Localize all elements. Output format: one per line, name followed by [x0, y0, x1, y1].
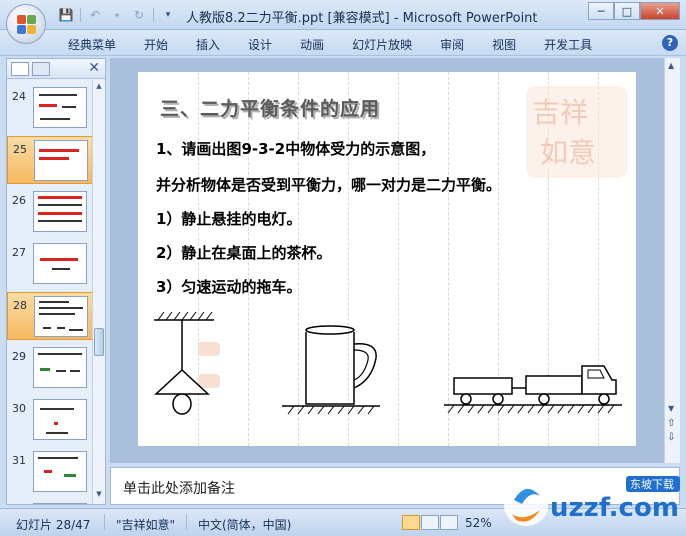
tab-developer[interactable]: 开发工具: [544, 36, 592, 53]
normal-view-icon[interactable]: [402, 515, 420, 530]
thumbnail-31[interactable]: 31: [7, 448, 93, 496]
slide-preview: [33, 87, 87, 128]
slide-preview: [33, 399, 87, 440]
watermark-text: uzzf.com: [550, 493, 679, 523]
slideshow-view-icon[interactable]: [440, 515, 458, 530]
slide-text-line-3[interactable]: 1）静止悬挂的电灯。: [156, 208, 301, 229]
maximize-button[interactable]: □: [614, 2, 640, 20]
zoom-level[interactable]: 52%: [465, 516, 492, 530]
thumbnail-29[interactable]: 29: [7, 344, 93, 392]
slide-text-line-2[interactable]: 并分析物体是否受到平衡力，哪一对力是二力平衡。: [156, 174, 501, 195]
scroll-down-icon[interactable]: ▼: [668, 404, 674, 413]
thumbnail-24[interactable]: 24: [7, 84, 93, 132]
separator: [80, 8, 81, 22]
slide-editing-area: 吉祥 如意 三、二力平衡条件的应用 1、请画出图9-3-2中物体受力的示意图， …: [110, 58, 664, 463]
help-icon[interactable]: ?: [662, 35, 678, 51]
theme-name[interactable]: "吉祥如意": [116, 516, 175, 533]
slide-number: 27: [12, 246, 26, 259]
language-indicator[interactable]: 中文(简体，中国): [198, 516, 291, 533]
customize-toolbar-icon[interactable]: ▾: [160, 7, 176, 23]
slide-number: 30: [12, 402, 26, 415]
thumbnail-30[interactable]: 30: [7, 396, 93, 444]
tab-home[interactable]: 开始: [144, 36, 168, 53]
close-panel-icon[interactable]: ✕: [88, 60, 100, 76]
watermark-tag: 东坡下载: [630, 478, 674, 491]
slide-text-line-5[interactable]: 3）匀速运动的拖车。: [156, 276, 301, 297]
teacup-figure[interactable]: [282, 318, 382, 418]
redo-icon[interactable]: ↻: [131, 7, 147, 23]
thumbnail-28[interactable]: 28: [7, 292, 93, 340]
tab-design[interactable]: 设计: [248, 36, 272, 53]
slide-preview: [34, 296, 88, 337]
slide-number: 25: [13, 143, 27, 156]
scroll-down-icon[interactable]: ▼: [94, 490, 104, 500]
thumbnail-27[interactable]: 27: [7, 240, 93, 288]
slide-counter: 幻灯片 28/47: [16, 518, 91, 532]
slide-text-line-1[interactable]: 1、请画出图9-3-2中物体受力的示意图，: [156, 138, 435, 159]
thumbnail-26[interactable]: 26: [7, 188, 93, 236]
hanging-lamp-figure[interactable]: [152, 310, 216, 422]
quick-access-toolbar: 💾 ↶ ▾ ↻ ▾: [58, 7, 176, 23]
slide-preview: [33, 347, 87, 388]
save-icon[interactable]: 💾: [58, 7, 74, 23]
slide-preview: [33, 191, 87, 232]
slide-number: 26: [12, 194, 26, 207]
slide-number: 29: [12, 350, 26, 363]
slide-thumbnails: 24 25 26 27 28 29 30 31: [7, 80, 93, 504]
window-controls: ─ □ ✕: [588, 2, 680, 20]
tab-insert[interactable]: 插入: [196, 36, 220, 53]
scroll-thumb[interactable]: [94, 328, 104, 356]
slides-tab-icon[interactable]: [11, 62, 29, 76]
slide-number: 28: [13, 299, 27, 312]
scroll-up-icon[interactable]: ▲: [94, 82, 104, 92]
slides-panel: ✕ 24 25 26 27 28 29 30 31 ▲ ▼: [6, 58, 106, 505]
svg-text:吉祥: 吉祥: [532, 96, 588, 129]
ribbon-tabs: 经典菜单 开始 插入 设计 动画 幻灯片放映 审阅 视图 开发工具: [68, 36, 620, 53]
tab-slideshow[interactable]: 幻灯片放映: [352, 36, 412, 53]
tow-truck-figure[interactable]: [444, 358, 624, 422]
slide-preview: [33, 503, 87, 504]
slide-sorter-icon[interactable]: [421, 515, 439, 530]
separator: [153, 8, 154, 22]
slide-title[interactable]: 三、二力平衡条件的应用: [160, 94, 380, 121]
thumbnail-32[interactable]: 32: [7, 500, 93, 504]
tab-animations[interactable]: 动画: [300, 36, 324, 53]
slide-canvas[interactable]: 吉祥 如意 三、二力平衡条件的应用 1、请画出图9-3-2中物体受力的示意图， …: [138, 72, 636, 446]
previous-slide-icon[interactable]: ⇧: [667, 418, 675, 429]
uzzf-watermark-logo: uzzf.com 东坡下载: [504, 476, 680, 526]
notes-placeholder[interactable]: 单击此处添加备注: [123, 478, 235, 498]
slide-number: 24: [12, 90, 26, 103]
svg-text:如意: 如意: [540, 136, 596, 169]
tab-classic-menu[interactable]: 经典菜单: [68, 36, 116, 53]
office-logo-icon: [17, 15, 37, 35]
slide-preview: [33, 451, 87, 492]
ribbon-tabs-bar: 经典菜单 开始 插入 设计 动画 幻灯片放映 审阅 视图 开发工具 ?: [0, 30, 686, 56]
undo-icon[interactable]: ↶: [87, 7, 103, 23]
office-button[interactable]: [6, 4, 46, 44]
slide-preview: [34, 140, 88, 181]
minimize-button[interactable]: ─: [588, 2, 614, 20]
auspicious-stamp-icon: 吉祥 如意: [526, 86, 628, 178]
next-slide-icon[interactable]: ⇩: [667, 432, 675, 443]
slide-preview: [33, 243, 87, 284]
slide-number: 31: [12, 454, 26, 467]
undo-dropdown-icon[interactable]: ▾: [109, 7, 125, 23]
thumbnail-25[interactable]: 25: [7, 136, 93, 184]
window-title: 人教版8.2二力平衡.ppt [兼容模式] - Microsoft PowerP…: [186, 11, 538, 26]
outline-tab-icon[interactable]: [32, 62, 50, 76]
thumbnails-scrollbar[interactable]: ▲ ▼: [92, 80, 105, 504]
tab-review[interactable]: 审阅: [440, 36, 464, 53]
tab-view[interactable]: 视图: [492, 36, 516, 53]
title-bar: 💾 ↶ ▾ ↻ ▾ 人教版8.2二力平衡.ppt [兼容模式] - Micros…: [0, 0, 686, 30]
slide-text-line-4[interactable]: 2）静止在桌面上的茶杯。: [156, 242, 331, 263]
slide-scrollbar[interactable]: ▲ ▼ ⇧ ⇩: [664, 58, 680, 463]
slides-panel-header: ✕: [7, 59, 105, 79]
scroll-up-icon[interactable]: ▲: [668, 61, 674, 70]
close-button[interactable]: ✕: [640, 2, 680, 20]
